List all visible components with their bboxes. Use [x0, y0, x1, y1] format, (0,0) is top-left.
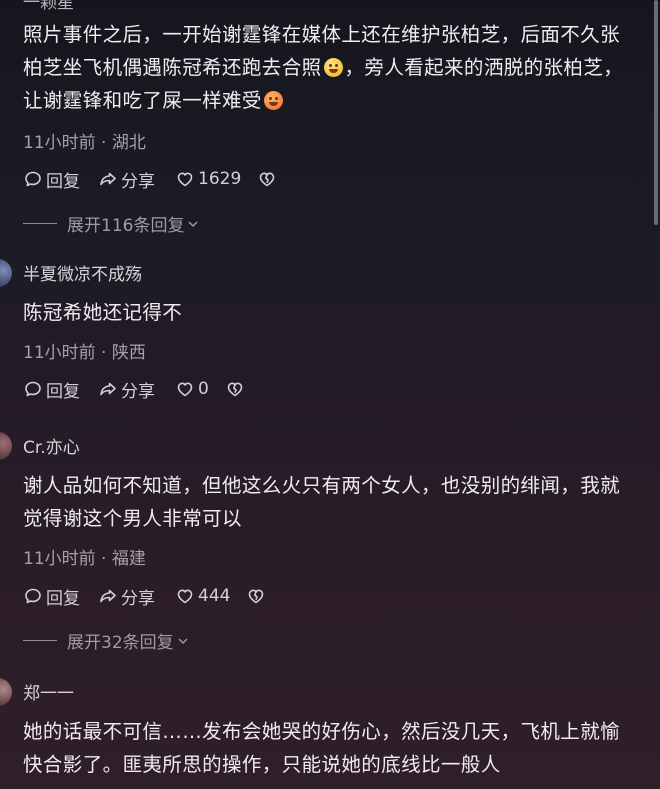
scrollbar[interactable] [654, 0, 658, 225]
comment-text: 陈冠希她还记得不 [23, 301, 183, 324]
laughing-emoji-icon [323, 58, 343, 77]
like-button[interactable]: 1629 [175, 169, 241, 189]
expand-replies-button[interactable]: 展开32条回复 [23, 628, 190, 653]
like-count: 1629 [198, 169, 242, 189]
chat-bubble-icon [25, 588, 41, 604]
like-button[interactable]: 0 [175, 379, 209, 399]
expand-replies-label: 展开116条回复 [67, 216, 185, 236]
expand-divider-line [23, 640, 57, 641]
heart-icon [177, 382, 193, 397]
avatar[interactable] [0, 432, 12, 460]
comment-location: 湖北 [111, 133, 146, 153]
comment-username[interactable]: 郑一一 [23, 679, 74, 704]
comment-meta: 11小时前 · 陕西 [23, 338, 146, 363]
expand-replies-label: 展开32条回复 [67, 633, 174, 653]
reply-label: 回复 [46, 171, 80, 192]
comment-actions: 回复 分享 1629 [23, 167, 277, 192]
chevron-down-icon [178, 637, 188, 644]
share-arrow-icon [100, 382, 116, 396]
heart-icon [177, 172, 193, 187]
chat-bubble-icon [25, 171, 41, 187]
comment-actions: 回复 分享 444 [23, 584, 266, 609]
dislike-button[interactable] [257, 169, 277, 189]
avatar[interactable] [0, 259, 12, 287]
dislike-button[interactable] [246, 586, 266, 606]
comment-username[interactable]: 半夏微凉不成殇 [23, 260, 142, 285]
broken-heart-icon [259, 172, 275, 187]
broken-heart-icon [249, 589, 264, 604]
expand-replies-button[interactable]: 展开116条回复 [23, 211, 200, 236]
comment-time: 11小时前 [23, 343, 96, 363]
meta-separator: · [101, 133, 107, 153]
comment-text: 谢人品如何不知道，但他这么火只有两个女人，也没别的绯闻，我就觉得谢这个男人非常可… [23, 474, 621, 530]
comment-username[interactable]: 一颗星 [23, 0, 74, 13]
expand-divider-line [23, 223, 57, 224]
comment-meta: 11小时前 · 湖北 [23, 128, 146, 153]
reply-button[interactable]: 回复 [23, 377, 80, 402]
share-button[interactable]: 分享 [98, 584, 155, 609]
share-button[interactable]: 分享 [98, 167, 155, 192]
share-arrow-icon [100, 172, 116, 186]
chat-bubble-icon [25, 381, 41, 397]
meta-separator: · [101, 549, 107, 569]
reply-button[interactable]: 回复 [23, 167, 80, 192]
broken-heart-icon [227, 382, 243, 397]
avatar[interactable] [0, 678, 12, 706]
tongue-emoji-icon [263, 91, 283, 110]
comment-time: 11小时前 [23, 549, 96, 569]
comment-text: 照片事件之后，一开始谢霆锋在媒体上还在维护张柏芝，后面不久张柏芝坐飞机偶遇陈冠希… [23, 18, 630, 117]
like-button[interactable]: 444 [175, 586, 230, 606]
comment-location: 福建 [111, 549, 146, 569]
share-arrow-icon [100, 589, 116, 603]
comment-meta: 11小时前 · 福建 [23, 544, 146, 569]
share-label: 分享 [121, 588, 155, 609]
share-label: 分享 [121, 171, 155, 192]
heart-icon [177, 589, 193, 604]
comment-time: 11小时前 [23, 133, 96, 153]
meta-separator: · [101, 343, 107, 363]
comment-location: 陕西 [111, 343, 146, 363]
share-button[interactable]: 分享 [98, 377, 155, 402]
reply-label: 回复 [46, 381, 80, 402]
chevron-down-icon [188, 220, 198, 227]
reply-button[interactable]: 回复 [23, 584, 80, 609]
share-label: 分享 [121, 381, 155, 402]
dislike-button[interactable] [225, 379, 245, 399]
comment-username[interactable]: Cr.亦心 [23, 433, 80, 458]
reply-label: 回复 [46, 588, 80, 609]
like-count: 0 [198, 379, 209, 399]
like-count: 444 [198, 586, 231, 606]
comment-actions: 回复 分享 0 [23, 377, 245, 402]
comment-text: 她的话最不可信……发布会她哭的好伤心，然后没几天，飞机上就愉快合影了。匪夷所思的… [23, 720, 621, 776]
